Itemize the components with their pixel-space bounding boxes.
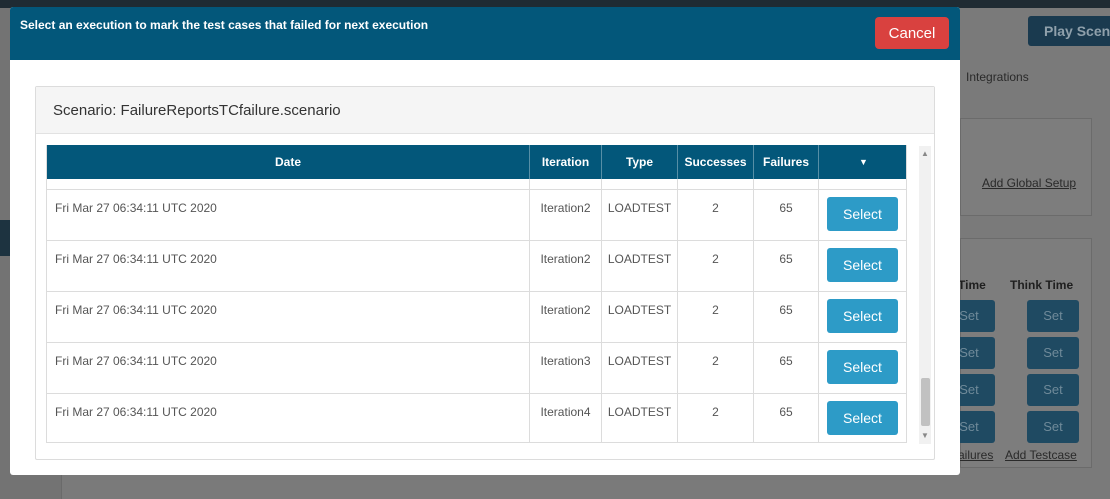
table-body: Fri Mar 27 06:34:11 UTC 2020 Iteration2 … (47, 155, 906, 442)
cell-date: Fri Mar 27 06:34:11 UTC 2020 (47, 292, 530, 342)
sidebar-active-indicator (0, 220, 10, 256)
select-button[interactable]: Select (827, 401, 898, 435)
cell-type: LOADTEST (602, 343, 678, 393)
select-button[interactable]: Select (827, 248, 898, 282)
cell-iteration: Iteration2 (530, 241, 602, 291)
play-scenario-button[interactable]: Play Scen (1028, 16, 1110, 46)
select-execution-modal: Select an execution to mark the test cas… (10, 7, 960, 475)
table-scrollbar[interactable]: ▲ ▼ (919, 146, 931, 444)
table-header: Date Iteration Type Successes Failures ▼ (47, 145, 906, 179)
cell-failures: 65 (754, 292, 819, 342)
scroll-up-icon[interactable]: ▲ (919, 148, 931, 160)
set-button[interactable]: Set (1027, 411, 1079, 443)
cell-failures: 65 (754, 343, 819, 393)
cell-iteration: Iteration2 (530, 190, 602, 240)
set-button[interactable]: Set (1027, 374, 1079, 406)
add-global-setup-link[interactable]: Add Global Setup (982, 176, 1076, 190)
table-row: Fri Mar 27 06:34:11 UTC 2020 Iteration4 … (47, 393, 906, 442)
column-header-type[interactable]: Type (602, 145, 678, 179)
cell-iteration: Iteration4 (530, 394, 602, 442)
column-header-think-time: Think Time (1010, 278, 1074, 292)
column-header-iteration[interactable]: Iteration (530, 145, 602, 179)
cell-type: LOADTEST (602, 241, 678, 291)
cell-iteration: Iteration2 (530, 292, 602, 342)
scenario-title: Scenario: FailureReportsTCfailure.scenar… (36, 87, 934, 134)
cell-date: Fri Mar 27 06:34:11 UTC 2020 (47, 190, 530, 240)
scenario-card: Scenario: FailureReportsTCfailure.scenar… (35, 86, 935, 460)
cell-successes: 2 (678, 343, 754, 393)
cell-type: LOADTEST (602, 190, 678, 240)
table-row: Fri Mar 27 06:34:11 UTC 2020 Iteration2 … (47, 189, 906, 240)
select-button[interactable]: Select (827, 197, 898, 231)
scrollbar-thumb[interactable] (921, 378, 930, 426)
cell-type: LOADTEST (602, 292, 678, 342)
failures-link[interactable]: ailures (958, 448, 993, 462)
caret-down-icon: ▼ (859, 157, 868, 167)
cell-successes: 2 (678, 241, 754, 291)
tab-integrations[interactable]: Integrations (966, 70, 1029, 84)
scroll-down-icon[interactable]: ▼ (919, 430, 931, 442)
cell-failures: 65 (754, 241, 819, 291)
cell-iteration: Iteration3 (530, 343, 602, 393)
cell-successes: 2 (678, 292, 754, 342)
table-row: Fri Mar 27 06:34:11 UTC 2020 Iteration2 … (47, 240, 906, 291)
global-setup-panel (960, 118, 1092, 216)
cell-successes: 2 (678, 190, 754, 240)
cell-date: Fri Mar 27 06:34:11 UTC 2020 (47, 241, 530, 291)
select-button[interactable]: Select (827, 299, 898, 333)
cell-failures: 65 (754, 394, 819, 442)
executions-table: Date Iteration Type Successes Failures ▼… (46, 145, 907, 443)
modal-header: Select an execution to mark the test cas… (10, 7, 960, 60)
column-header-successes[interactable]: Successes (678, 145, 754, 179)
table-row: Fri Mar 27 06:34:11 UTC 2020 Iteration2 … (47, 291, 906, 342)
add-testcase-link[interactable]: Add Testcase (1005, 448, 1077, 462)
cancel-button[interactable]: Cancel (875, 17, 949, 49)
column-header-time: Time (958, 278, 986, 292)
column-header-failures[interactable]: Failures (754, 145, 819, 179)
modal-title: Select an execution to mark the test cas… (20, 18, 429, 32)
cell-date: Fri Mar 27 06:34:11 UTC 2020 (47, 343, 530, 393)
cell-failures: 65 (754, 190, 819, 240)
column-header-select[interactable]: ▼ (819, 145, 906, 179)
cell-successes: 2 (678, 394, 754, 442)
cell-type: LOADTEST (602, 394, 678, 442)
select-button[interactable]: Select (827, 350, 898, 384)
cell-date: Fri Mar 27 06:34:11 UTC 2020 (47, 394, 530, 442)
set-button[interactable]: Set (1027, 300, 1079, 332)
column-header-date[interactable]: Date (47, 145, 530, 179)
set-button[interactable]: Set (1027, 337, 1079, 369)
table-row: Fri Mar 27 06:34:11 UTC 2020 Iteration3 … (47, 342, 906, 393)
